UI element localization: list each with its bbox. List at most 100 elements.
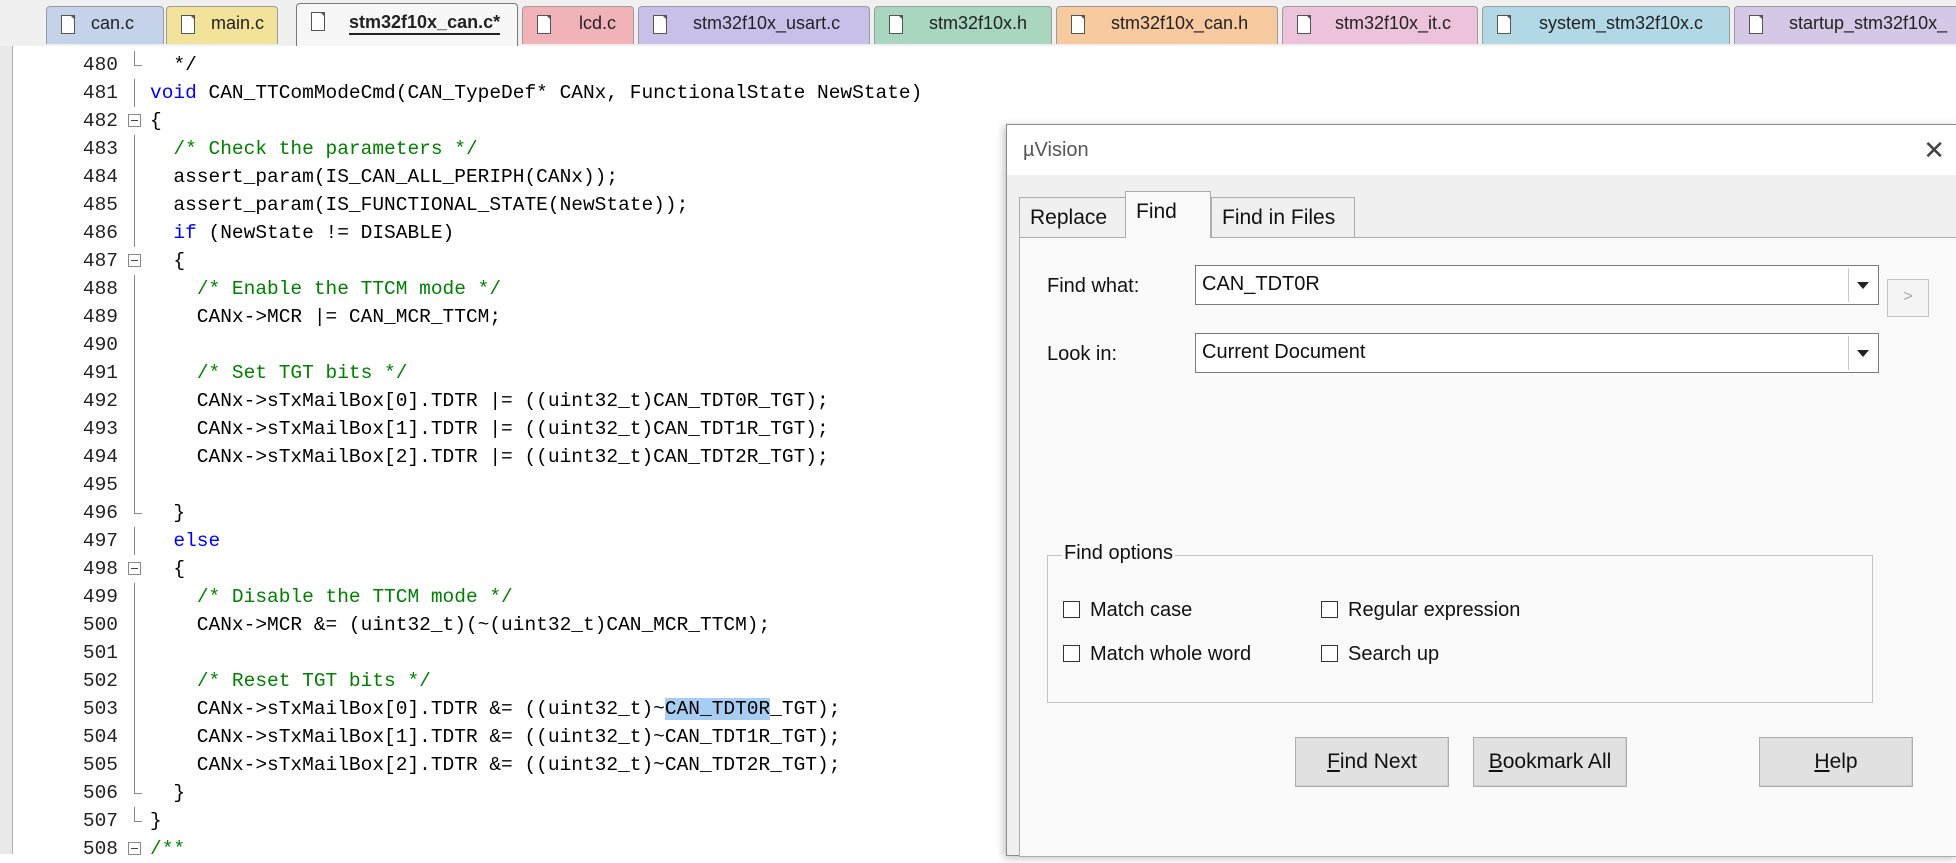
file-tab-can-c[interactable]: can.c xyxy=(46,6,164,44)
find-history-button[interactable]: > xyxy=(1887,279,1929,317)
match-whole-word-checkbox[interactable]: Match whole word xyxy=(1063,643,1251,667)
find-options-title: Find options xyxy=(1062,542,1175,565)
line-number: 487 xyxy=(82,250,118,272)
code-text[interactable]: } xyxy=(150,807,162,835)
line-number: 494 xyxy=(82,446,118,468)
file-tab-label: lcd.c xyxy=(579,13,617,33)
code-text[interactable]: /* Reset TGT bits */ xyxy=(150,667,431,695)
code-line: 499 /* Disable the TTCM mode */ xyxy=(0,583,1010,611)
file-tab-lcd-c[interactable]: lcd.c xyxy=(522,6,634,44)
find-what-combobox[interactable]: CAN_TDT0R xyxy=(1195,265,1879,305)
line-number: 488 xyxy=(82,278,118,300)
match-case-checkbox[interactable]: Match case xyxy=(1063,599,1192,623)
code-text[interactable]: CANx->MCR &= (uint32_t)(~(uint32_t)CAN_M… xyxy=(150,611,770,639)
code-text[interactable]: */ xyxy=(150,51,196,79)
code-text[interactable]: CANx->sTxMailBox[0].TDTR |= ((uint32_t)C… xyxy=(150,387,829,415)
code-line: 487 { xyxy=(0,247,1010,275)
tab-find-in-files[interactable]: Find in Files xyxy=(1211,197,1355,237)
close-icon[interactable]: ✕ xyxy=(1923,135,1945,166)
line-number: 500 xyxy=(82,614,118,636)
code-text[interactable]: CANx->sTxMailBox[2].TDTR |= ((uint32_t)C… xyxy=(150,443,829,471)
checkbox-box[interactable] xyxy=(1063,645,1080,662)
dialog-title: µVision xyxy=(1023,139,1089,161)
code-line: 493 CANx->sTxMailBox[1].TDTR |= ((uint32… xyxy=(0,415,1010,443)
code-text[interactable]: /* Disable the TTCM mode */ xyxy=(150,583,513,611)
code-text[interactable]: } xyxy=(150,779,185,807)
find-what-value[interactable]: CAN_TDT0R xyxy=(1202,273,1320,296)
file-tab-stm32f10x-usart-c[interactable]: stm32f10x_usart.c xyxy=(638,6,870,44)
fold-line xyxy=(134,527,135,555)
code-text[interactable]: /* Set TGT bits */ xyxy=(150,359,408,387)
code-line: 505 CANx->sTxMailBox[2].TDTR &= ((uint32… xyxy=(0,751,1010,779)
code-text[interactable]: if (NewState != DISABLE) xyxy=(150,219,454,247)
fold-toggle-icon[interactable] xyxy=(128,114,141,127)
code-text[interactable]: } xyxy=(150,499,185,527)
look-in-label: Look in: xyxy=(1047,343,1118,365)
tab-replace[interactable]: Replace xyxy=(1019,197,1129,237)
code-text[interactable]: /* Check the parameters */ xyxy=(150,135,477,163)
code-text[interactable]: CANx->sTxMailBox[1].TDTR |= ((uint32_t)C… xyxy=(150,415,829,443)
file-tab-stm32f10x-it-c[interactable]: stm32f10x_it.c xyxy=(1282,6,1478,44)
chevron-down-icon[interactable] xyxy=(1848,336,1876,370)
chevron-down-icon[interactable] xyxy=(1848,268,1876,302)
code-line: 495 xyxy=(0,471,1010,499)
code-line: 500 CANx->MCR &= (uint32_t)(~(uint32_t)C… xyxy=(0,611,1010,639)
code-text[interactable]: /* Enable the TTCM mode */ xyxy=(150,275,501,303)
line-number: 486 xyxy=(82,222,118,244)
bookmark-all-label: ookmark All xyxy=(1502,750,1612,773)
file-tab-stm32f10x-can-h[interactable]: stm32f10x_can.h xyxy=(1056,6,1278,44)
code-text[interactable]: assert_param(IS_FUNCTIONAL_STATE(NewStat… xyxy=(150,191,688,219)
regular-expression-label: Regular expression xyxy=(1348,599,1521,621)
file-tab-stm32f10x-can-c[interactable]: stm32f10x_can.c* xyxy=(296,3,518,46)
code-text[interactable]: CANx->sTxMailBox[2].TDTR &= ((uint32_t)~… xyxy=(150,751,841,779)
dialog-titlebar[interactable]: µVision ✕ xyxy=(1007,125,1956,175)
fold-line xyxy=(134,611,135,639)
line-number: 481 xyxy=(82,82,118,104)
checkbox-box[interactable] xyxy=(1063,601,1080,618)
code-text[interactable]: assert_param(IS_CAN_ALL_PERIPH(CANx)); xyxy=(150,163,618,191)
file-tab-label: stm32f10x_can.c* xyxy=(349,12,501,35)
fold-line xyxy=(134,275,135,303)
file-icon xyxy=(61,15,75,34)
file-tab-label: can.c xyxy=(91,13,135,33)
help-label: elp xyxy=(1829,750,1858,773)
find-next-button[interactable]: Find Next xyxy=(1295,737,1449,787)
file-icon xyxy=(889,15,903,34)
code-text[interactable]: { xyxy=(150,247,185,275)
fold-toggle-icon[interactable] xyxy=(128,562,141,575)
code-text[interactable]: CANx->MCR |= CAN_MCR_TTCM; xyxy=(150,303,501,331)
code-line: 506 } xyxy=(0,779,1010,807)
code-line: 482 { xyxy=(0,107,1010,135)
code-line: 504 CANx->sTxMailBox[1].TDTR &= ((uint32… xyxy=(0,723,1010,751)
file-tab-system-stm32f10x-c[interactable]: system_stm32f10x.c xyxy=(1482,6,1730,44)
regular-expression-checkbox[interactable]: Regular expression xyxy=(1321,599,1520,623)
line-number: 499 xyxy=(82,586,118,608)
bookmark-all-button[interactable]: Bookmark All xyxy=(1473,737,1627,787)
line-number: 480 xyxy=(82,54,118,76)
file-tab-main-c[interactable]: main.c xyxy=(166,6,278,44)
look-in-combobox[interactable]: Current Document xyxy=(1195,333,1879,373)
code-text[interactable]: /** xyxy=(150,835,185,863)
line-number: 504 xyxy=(82,726,118,748)
tab-find[interactable]: Find xyxy=(1125,191,1211,238)
line-number: 489 xyxy=(82,306,118,328)
code-text[interactable]: CANx->sTxMailBox[0].TDTR &= ((uint32_t)~… xyxy=(150,695,840,723)
file-tab-startup-stm32f10x[interactable]: startup_stm32f10x_ xyxy=(1734,6,1956,44)
code-text[interactable]: CANx->sTxMailBox[1].TDTR &= ((uint32_t)~… xyxy=(150,723,841,751)
file-icon xyxy=(1071,15,1085,34)
help-button[interactable]: Help xyxy=(1759,737,1913,787)
code-text[interactable]: { xyxy=(150,555,185,583)
fold-toggle-icon[interactable] xyxy=(128,842,141,855)
file-tab-stm32f10x-h[interactable]: stm32f10x.h xyxy=(874,6,1052,44)
code-line: 492 CANx->sTxMailBox[0].TDTR |= ((uint32… xyxy=(0,387,1010,415)
code-text[interactable]: void CAN_TTComModeCmd(CAN_TypeDef* CANx,… xyxy=(150,79,922,107)
fold-line xyxy=(134,135,135,163)
code-text[interactable]: else xyxy=(150,527,220,555)
search-up-checkbox[interactable]: Search up xyxy=(1321,643,1439,667)
fold-toggle-icon[interactable] xyxy=(128,254,141,267)
fold-line xyxy=(134,359,135,387)
checkbox-box[interactable] xyxy=(1321,645,1338,662)
checkbox-box[interactable] xyxy=(1321,601,1338,618)
find-dialog: µVision ✕ Replace Find Find in Files Fin… xyxy=(1006,124,1956,857)
code-text[interactable]: { xyxy=(150,107,162,135)
